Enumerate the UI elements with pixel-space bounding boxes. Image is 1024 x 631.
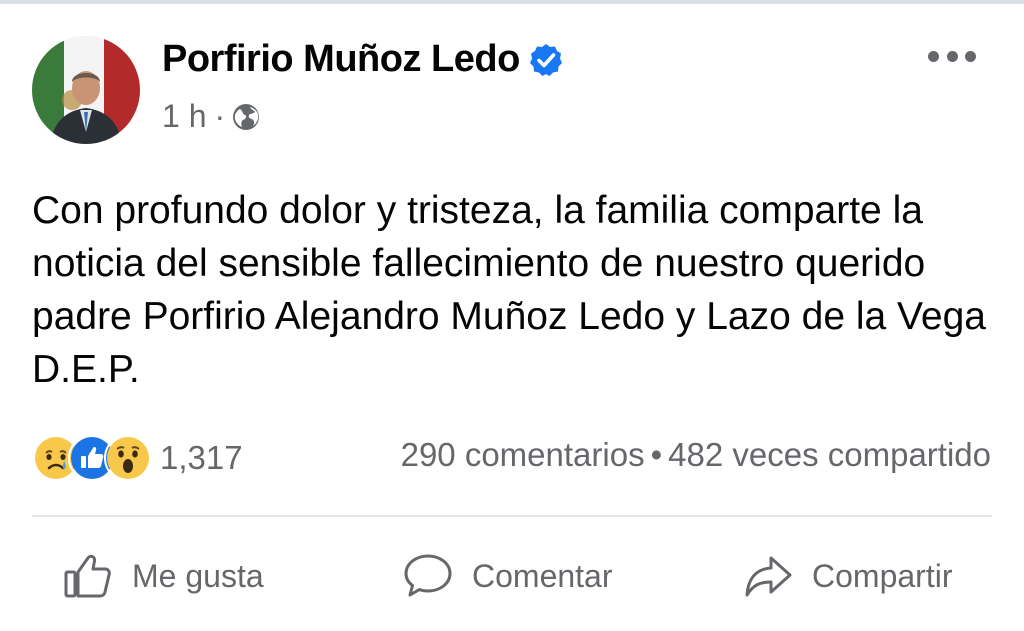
post-meta: 1 h ·	[162, 98, 261, 135]
meta-separator: ·	[214, 98, 226, 134]
globe-icon[interactable]	[231, 102, 261, 132]
stats-separator: •	[650, 436, 663, 473]
wow-icon	[104, 434, 152, 482]
like-label: Me gusta	[132, 557, 264, 594]
share-count[interactable]: 482 veces compartido	[668, 436, 991, 473]
reaction-count[interactable]: 1,317	[160, 439, 243, 477]
post-author[interactable]: Porfirio Muñoz Ledo	[162, 38, 564, 81]
reactions-summary[interactable]: 1,317	[32, 434, 243, 482]
post-time[interactable]: 1 h	[162, 98, 206, 135]
comment-icon	[402, 550, 454, 602]
top-border	[0, 0, 1024, 4]
avatar[interactable]	[32, 36, 140, 144]
like-button[interactable]: Me gusta	[62, 548, 264, 604]
comment-label: Comentar	[472, 557, 613, 594]
post-text: Con profundo dolor y tristeza, la famili…	[32, 189, 986, 391]
share-label: Compartir	[812, 557, 953, 594]
author-name[interactable]: Porfirio Muñoz Ledo	[162, 38, 520, 81]
engagement-stats: 290 comentarios • 482 veces compartido	[401, 436, 991, 474]
comment-button[interactable]: Comentar	[402, 548, 613, 604]
thumbs-up-icon	[62, 550, 114, 602]
share-arrow-icon	[742, 550, 794, 602]
verified-badge-icon	[528, 42, 564, 78]
share-button[interactable]: Compartir	[742, 548, 952, 604]
comment-count[interactable]: 290 comentarios	[401, 436, 645, 473]
more-options-icon[interactable]	[928, 44, 976, 68]
divider	[32, 515, 992, 517]
